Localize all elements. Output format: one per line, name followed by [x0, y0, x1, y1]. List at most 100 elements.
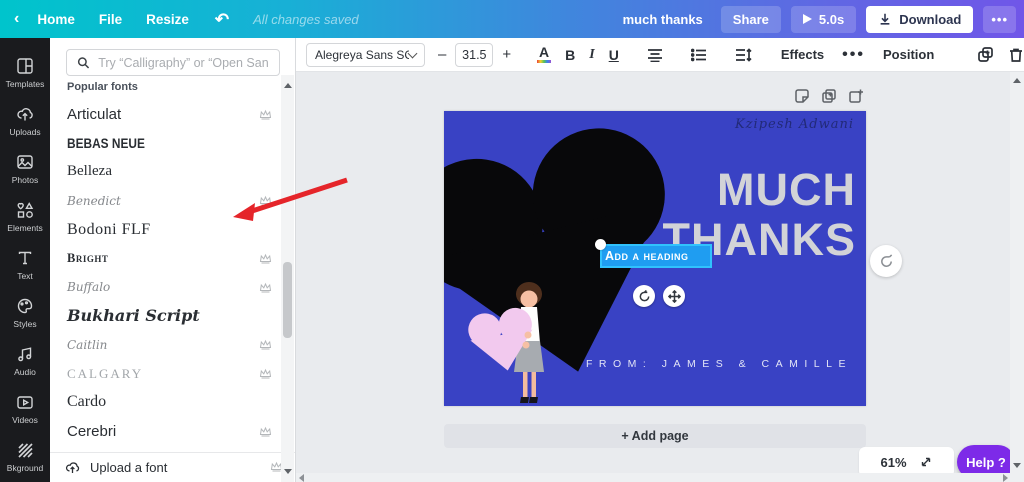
text-color-button[interactable]: A [530, 46, 558, 63]
scroll-up-arrow[interactable] [284, 83, 292, 88]
font-name: Buffalo [67, 280, 110, 294]
premium-crown-icon [259, 339, 272, 350]
canva-editor: ‹ Home File Resize ↶ All changes saved m… [0, 0, 1024, 482]
add-page-icon[interactable] [848, 88, 864, 104]
font-family-dropdown[interactable]: Alegreya Sans SC... [306, 43, 425, 67]
font-list-item[interactable]: Cerebri [50, 417, 282, 446]
position-button[interactable]: Position [875, 47, 942, 62]
font-search-input[interactable]: Try “Calligraphy” or “Open Sans” [66, 49, 280, 76]
rainbow-color-bar [537, 60, 551, 63]
font-list-item[interactable]: CALGARY [50, 359, 282, 388]
upload-font-button[interactable]: Upload a font [50, 452, 295, 482]
text-icon [15, 248, 35, 268]
font-list-item[interactable]: Bodoni FLF [50, 215, 282, 244]
effects-button[interactable]: Effects [773, 47, 832, 62]
font-list-item[interactable]: Benedict [50, 186, 282, 215]
scroll-left-arrow[interactable] [299, 474, 304, 482]
font-list-item[interactable]: Bukhari Script [50, 302, 282, 331]
sidebar-item-background[interactable]: Bkground [0, 432, 50, 480]
elements-icon [15, 200, 35, 220]
notes-icon[interactable] [794, 88, 810, 104]
font-name: Cardo [67, 393, 106, 411]
chevron-down-icon [408, 48, 418, 58]
videos-icon [15, 392, 35, 412]
design-page[interactable]: Kzipesh Adwani MUCH THANKS Add a heading [444, 111, 866, 406]
premium-crown-icon [259, 282, 272, 293]
selection-handle[interactable] [595, 239, 606, 250]
rotate-icon [638, 290, 651, 303]
font-panel-scrollbar[interactable] [281, 75, 294, 482]
menu-resize[interactable]: Resize [146, 12, 189, 27]
sidebar-item-videos[interactable]: Videos [0, 384, 50, 432]
scroll-right-arrow[interactable] [1003, 474, 1008, 482]
workspace-horizontal-scrollbar[interactable] [296, 473, 1024, 482]
menu-home[interactable]: Home [37, 12, 75, 27]
underline-button[interactable]: U [602, 47, 626, 63]
text-align-button[interactable] [640, 48, 670, 62]
duplicate-page-icon[interactable] [821, 88, 837, 104]
add-page-button[interactable]: + Add page [444, 424, 866, 448]
scroll-down-arrow[interactable] [1013, 463, 1021, 468]
delete-button[interactable] [1001, 47, 1024, 63]
font-list-item[interactable]: BEBAS NEUE [50, 129, 282, 158]
fullscreen-expand-icon[interactable] [919, 455, 933, 469]
list-button[interactable] [684, 48, 714, 62]
font-size-decrease-button[interactable]: – [433, 46, 451, 63]
sidebar-item-styles[interactable]: Styles [0, 288, 50, 336]
signature-text[interactable]: Kzipesh Adwani [735, 117, 854, 132]
font-list-item[interactable]: Caitlin [50, 330, 282, 359]
templates-icon [15, 56, 35, 76]
zoom-level[interactable]: 61% [880, 455, 906, 470]
sidebar-item-templates[interactable]: Templates [0, 48, 50, 96]
upload-cloud-icon [15, 104, 35, 124]
duplicate-button[interactable] [970, 46, 1001, 63]
audio-note-icon [15, 344, 35, 364]
font-name: Bright [67, 251, 108, 266]
woman-with-heart-illustration[interactable] [466, 279, 562, 405]
font-size-value[interactable]: 31.5 [455, 43, 493, 67]
rotate-element-button[interactable] [633, 285, 655, 307]
design-workspace: Kzipesh Adwani MUCH THANKS Add a heading [296, 72, 1024, 482]
font-list-item[interactable]: Buffalo [50, 273, 282, 302]
move-element-button[interactable] [663, 285, 685, 307]
photos-icon [15, 152, 35, 172]
premium-crown-icon [259, 368, 272, 379]
search-icon [77, 56, 90, 70]
sidebar-item-uploads[interactable]: Uploads [0, 96, 50, 144]
font-list-item[interactable]: Belleza [50, 158, 282, 187]
italic-button[interactable]: I [582, 47, 601, 63]
font-name: Bodoni FLF [67, 221, 151, 239]
scroll-thumb[interactable] [283, 262, 292, 338]
font-list-item[interactable]: Articulat [50, 100, 282, 129]
sidebar-item-photos[interactable]: Photos [0, 144, 50, 192]
trash-icon [1008, 47, 1024, 63]
share-button[interactable]: Share [721, 6, 781, 33]
font-list-item[interactable]: Bright [50, 244, 282, 273]
sidebar-item-text[interactable]: Text [0, 240, 50, 288]
scroll-down-arrow[interactable] [284, 469, 292, 474]
font-name: Bukhari Script [67, 306, 200, 325]
present-button[interactable]: 5.0s [791, 6, 856, 33]
from-credit-text[interactable]: FROM: JAMES & CAMILLE [586, 358, 852, 370]
premium-crown-icon [259, 253, 272, 264]
sidebar-item-audio[interactable]: Audio [0, 336, 50, 384]
back-chevron-icon[interactable]: ‹ [14, 10, 19, 28]
workspace-vertical-scrollbar[interactable] [1010, 72, 1024, 482]
bold-button[interactable]: B [558, 47, 582, 63]
undo-icon[interactable]: ↶ [215, 11, 229, 28]
sidebar-item-elements[interactable]: Elements [0, 192, 50, 240]
scroll-up-arrow[interactable] [1013, 78, 1021, 83]
align-center-icon [647, 48, 663, 62]
font-size-increase-button[interactable]: + [497, 46, 516, 63]
line-spacing-button[interactable] [728, 48, 759, 62]
rotate-page-button[interactable] [870, 245, 902, 277]
font-name: Cerebri [67, 423, 116, 440]
selected-text-box[interactable]: Add a heading [600, 244, 712, 268]
toolbar-more-button[interactable]: ••• [832, 46, 875, 64]
font-list-item[interactable]: Cardo [50, 388, 282, 417]
more-options-button[interactable]: ••• [983, 6, 1016, 33]
menu-file[interactable]: File [99, 12, 122, 27]
download-button[interactable]: Download [866, 6, 973, 33]
document-title[interactable]: much thanks [623, 12, 703, 27]
download-icon [878, 12, 892, 26]
